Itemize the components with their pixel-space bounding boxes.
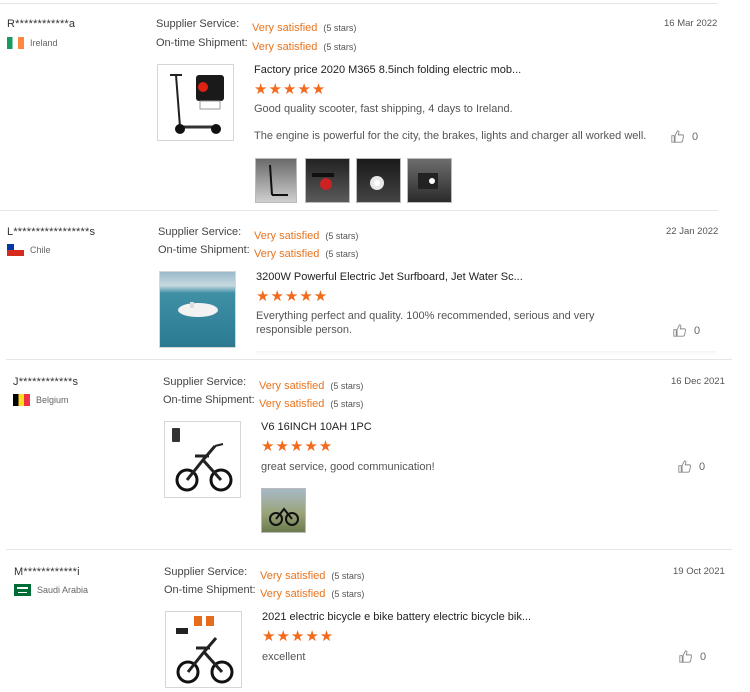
review-photo[interactable] bbox=[305, 158, 350, 203]
shipment-rating: Very satisfied (5 stars) bbox=[254, 248, 359, 260]
shipment-label: On-time Shipment: bbox=[163, 394, 255, 406]
rating-stars: ★★★★★ bbox=[261, 438, 334, 455]
supplier-service-rating: Very satisfied (5 stars) bbox=[254, 230, 359, 242]
thumbs-up-icon bbox=[678, 460, 691, 473]
thumbs-up-icon bbox=[671, 130, 684, 143]
shipment-rating: Very satisfied (5 stars) bbox=[260, 588, 365, 600]
supplier-service-label: Supplier Service: bbox=[164, 566, 248, 578]
thumbs-up-icon bbox=[679, 650, 692, 663]
product-thumbnail[interactable] bbox=[164, 421, 241, 498]
supplier-service-label: Supplier Service: bbox=[158, 226, 242, 238]
country-name: Saudi Arabia bbox=[37, 585, 89, 595]
ireland-flag-icon bbox=[7, 37, 24, 49]
review-photo[interactable] bbox=[356, 158, 401, 203]
supplier-service-rating: Very satisfied (5 stars) bbox=[260, 570, 365, 582]
rating-stars: ★★★★★ bbox=[254, 81, 327, 98]
supplier-service-label: Supplier Service: bbox=[156, 18, 240, 30]
product-title-link[interactable]: V6 16INCH 10AH 1PC bbox=[261, 421, 372, 433]
rating-stars: ★★★★★ bbox=[262, 628, 335, 645]
reviewer-name: R************a bbox=[7, 18, 76, 30]
rating-stars: ★★★★★ bbox=[256, 288, 329, 305]
review-item: J************s Belgium Supplier Service:… bbox=[0, 360, 750, 549]
ebike-image bbox=[172, 428, 233, 492]
like-count: 0 bbox=[700, 650, 707, 663]
shipment-label: On-time Shipment: bbox=[164, 584, 256, 596]
review-date: 19 Oct 2021 bbox=[673, 566, 725, 577]
product-thumbnail[interactable] bbox=[165, 611, 242, 688]
review-date: 22 Jan 2022 bbox=[666, 226, 719, 237]
review-text: Everything perfect and quality. 100% rec… bbox=[256, 310, 595, 336]
review-item: M************i Saudi Arabia Supplier Ser… bbox=[0, 550, 750, 690]
product-thumbnail[interactable] bbox=[159, 271, 236, 348]
supplier-service-rating: Very satisfied (5 stars) bbox=[259, 380, 364, 392]
review-date: 16 Mar 2022 bbox=[664, 18, 718, 29]
supplier-service-label: Supplier Service: bbox=[163, 376, 247, 388]
reviewer-country: Saudi Arabia bbox=[14, 584, 88, 596]
review-item: L*****************s Chile Supplier Servi… bbox=[0, 211, 750, 359]
product-title-link[interactable]: 3200W Powerful Electric Jet Surfboard, J… bbox=[256, 271, 523, 283]
review-text: great service, good communication! bbox=[261, 461, 435, 473]
shipment-rating: Very satisfied (5 stars) bbox=[259, 398, 364, 410]
saudi-arabia-flag-icon bbox=[14, 584, 31, 596]
product-thumbnail[interactable] bbox=[157, 64, 234, 141]
scroll-shadow bbox=[256, 351, 716, 356]
reviewer-country: Ireland bbox=[7, 37, 58, 49]
review-text-additional: The engine is powerful for the city, the… bbox=[254, 130, 647, 142]
reviewer-country: Chile bbox=[7, 244, 51, 256]
belgium-flag-icon bbox=[13, 394, 30, 406]
reviewer-name: L*****************s bbox=[7, 226, 96, 238]
review-item: R************a Ireland Supplier Service:… bbox=[0, 0, 750, 210]
like-button[interactable]: 0 bbox=[679, 650, 706, 663]
like-button[interactable]: 0 bbox=[678, 460, 705, 473]
country-name: Chile bbox=[30, 245, 51, 255]
product-title-link[interactable]: 2021 electric bicycle e bike battery ele… bbox=[262, 611, 531, 623]
product-title-link[interactable]: Factory price 2020 M365 8.5inch folding … bbox=[254, 64, 521, 76]
shipment-rating: Very satisfied (5 stars) bbox=[252, 41, 357, 53]
chile-flag-icon bbox=[7, 244, 24, 256]
like-button[interactable]: 0 bbox=[673, 324, 700, 337]
reviewer-country: Belgium bbox=[13, 394, 69, 406]
review-text: excellent bbox=[262, 651, 306, 663]
review-text: Good quality scooter, fast shipping, 4 d… bbox=[254, 103, 513, 115]
supplier-service-rating: Very satisfied (5 stars) bbox=[252, 22, 357, 34]
review-photo[interactable] bbox=[255, 158, 297, 203]
thumbs-up-icon bbox=[673, 324, 686, 337]
review-photo[interactable] bbox=[407, 158, 452, 203]
review-photo[interactable] bbox=[261, 488, 306, 533]
scooter-image bbox=[170, 74, 224, 134]
like-count: 0 bbox=[692, 130, 699, 143]
reviewer-name: J************s bbox=[13, 376, 79, 388]
review-date: 16 Dec 2021 bbox=[671, 376, 725, 387]
ebike-image bbox=[176, 616, 234, 684]
reviewer-name: M************i bbox=[14, 566, 80, 578]
like-count: 0 bbox=[699, 460, 706, 473]
like-count: 0 bbox=[694, 324, 701, 337]
country-name: Ireland bbox=[30, 38, 58, 48]
like-button[interactable]: 0 bbox=[671, 130, 698, 143]
shipment-label: On-time Shipment: bbox=[158, 244, 250, 256]
shipment-label: On-time Shipment: bbox=[156, 37, 248, 49]
country-name: Belgium bbox=[36, 395, 69, 405]
jet-surfboard-image bbox=[178, 302, 218, 317]
